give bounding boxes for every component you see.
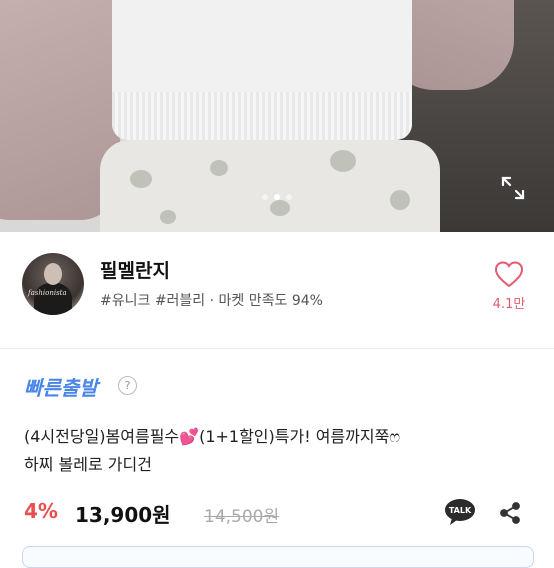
seller-tags: #유니크 #러블리 · 마켓 만족도 94% — [100, 293, 323, 309]
title-part-b: (1+1할인)특가! 여름까지쭉ෆ — [199, 427, 401, 446]
seller-info[interactable]: fashionista 필멜란지 #유니크 #러블리 · 마켓 만족도 94% … — [0, 240, 554, 340]
carousel-dot[interactable] — [262, 194, 268, 200]
sale-price: 13,900원 — [75, 503, 171, 527]
heart-icon[interactable] — [494, 260, 524, 288]
carousel-dot-active[interactable] — [274, 194, 280, 200]
seller-name[interactable]: 필멜란지 — [100, 256, 170, 283]
discount-rate: 4% — [24, 499, 58, 523]
expand-icon[interactable] — [500, 175, 526, 201]
fast-shipping-badge: 빠른출발 — [24, 376, 98, 400]
original-price: 14,500원 — [204, 507, 280, 527]
heart-emoji-icon: 💕 — [179, 427, 200, 446]
title-part-a: (4시전당일)봄여름필수 — [24, 427, 180, 446]
product-title: (4시전당일)봄여름필수💕(1+1할인)특가! 여름까지쭉ෆ 하찌 볼레로 가디… — [24, 423, 534, 479]
product-image-carousel[interactable] — [0, 0, 554, 232]
seller-avatar[interactable]: fashionista — [22, 253, 84, 315]
title-line-2: 하찌 볼레로 가디건 — [24, 455, 152, 474]
kakaotalk-icon[interactable]: TALK — [444, 498, 476, 526]
like-count: 4.1만 — [492, 297, 526, 312]
carousel-dot[interactable] — [286, 194, 292, 200]
photo-knit-rib — [112, 92, 412, 140]
carousel-indicator — [0, 194, 554, 204]
bottom-info-box[interactable] — [22, 546, 534, 568]
section-divider — [0, 348, 554, 349]
talk-label: TALK — [449, 506, 472, 515]
help-icon[interactable]: ? — [118, 376, 137, 395]
share-icon[interactable] — [498, 501, 522, 525]
photo-floral-skirt — [100, 140, 440, 232]
